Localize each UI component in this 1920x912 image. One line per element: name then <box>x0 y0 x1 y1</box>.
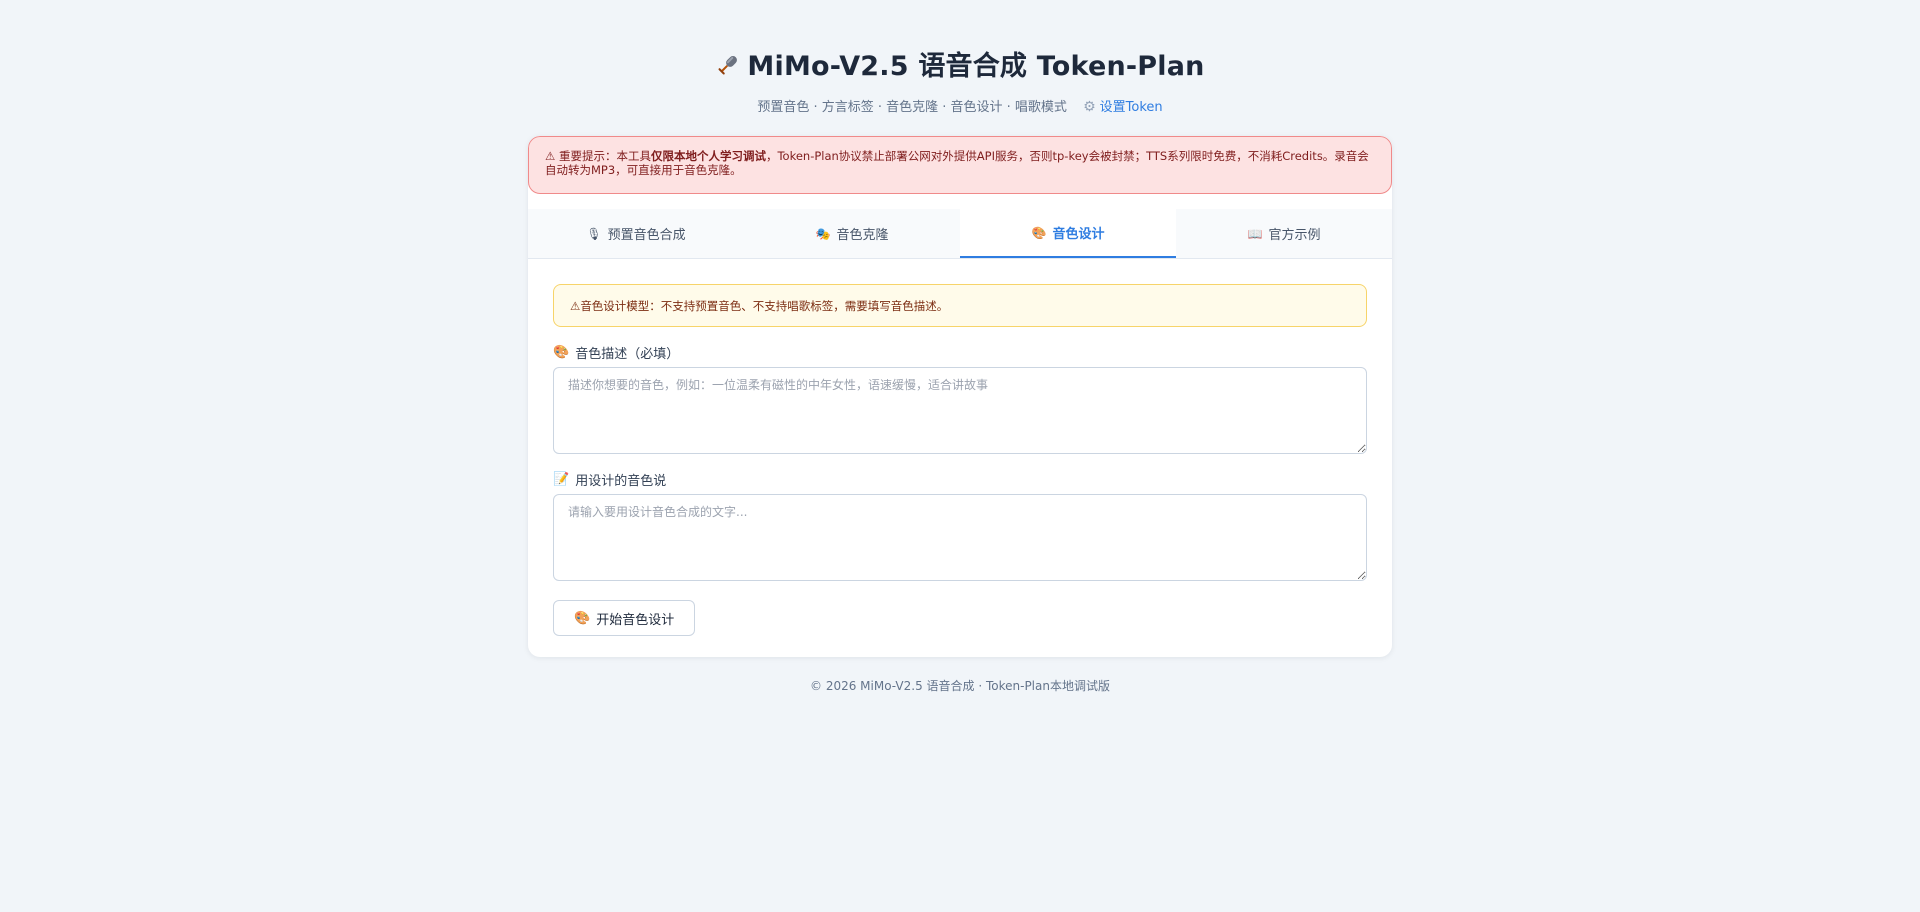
page-title-text: MiMo-V2.5 语音合成 Token-Plan <box>747 51 1205 82</box>
feature-list: 预置音色 · 方言标签 · 音色克隆 · 音色设计 · 唱歌模式 <box>757 100 1067 115</box>
voice-design-panel: ⚠ 音色设计模型：不支持预置音色、不支持唱歌标签，需要填写音色描述。 🎨 音色描… <box>553 284 1367 636</box>
alert-emphasis: 仅限本地个人学习调试 <box>650 149 766 163</box>
model-notice: ⚠ 音色设计模型：不支持预置音色、不支持唱歌标签，需要填写音色描述。 <box>553 284 1367 327</box>
notice-text: 音色设计模型：不支持预置音色、不支持唱歌标签，需要填写音色描述。 <box>580 298 949 313</box>
tab-preset-voice[interactable]: 🎙 预置音色合成 <box>528 209 744 258</box>
page-header: MiMo-V2.5 语音合成 Token-Plan 预置音色 · 方言标签 · … <box>0 46 1920 118</box>
voice-description-label: 🎨 音色描述（必填） <box>553 343 1367 362</box>
voice-description-label-text: 音色描述（必填） <box>575 346 680 362</box>
tab-voice-design[interactable]: 🎨 音色设计 <box>960 209 1176 258</box>
main-card: ⚠ 重要提示：本工具仅限本地个人学习调试，Token-Plan协议禁止部署公网对… <box>528 136 1392 657</box>
tab-label: 预置音色合成 <box>607 228 686 243</box>
memo-icon: 📝 <box>553 471 570 487</box>
settings-token-link[interactable]: 设置Token <box>1100 100 1163 115</box>
tab-official-examples[interactable]: 📖 官方示例 <box>1176 209 1392 258</box>
palette-icon: 🎨 <box>574 610 591 626</box>
warning-icon: ⚠ <box>570 298 581 313</box>
tab-label: 音色设计 <box>1052 227 1105 242</box>
important-alert: ⚠ 重要提示：本工具仅限本地个人学习调试，Token-Plan协议禁止部署公网对… <box>528 136 1392 194</box>
tab-label: 官方示例 <box>1268 228 1321 243</box>
tab-label: 音色克隆 <box>836 228 889 243</box>
palette-icon: 🎨 <box>1031 225 1047 240</box>
masks-icon: 🎭 <box>815 226 831 241</box>
footer: © 2026 MiMo-V2.5 语音合成 · Token-Plan本地调试版 <box>810 679 1110 693</box>
speech-text-input[interactable] <box>553 494 1367 581</box>
palette-icon: 🎨 <box>553 344 570 360</box>
gear-icon[interactable]: ⚙ <box>1083 97 1096 117</box>
speech-text-label: 📝 用设计的音色说 <box>553 470 1367 489</box>
start-voice-design-button[interactable]: 🎨 开始音色设计 <box>553 600 696 636</box>
voice-description-input[interactable] <box>553 367 1367 454</box>
page-title: MiMo-V2.5 语音合成 Token-Plan <box>0 46 1920 91</box>
page-subtitle: 预置音色 · 方言标签 · 音色克隆 · 音色设计 · 唱歌模式 ⚙ 设置Toke… <box>0 97 1920 118</box>
warning-icon: ⚠ <box>545 149 556 163</box>
microphone-icon: 🎙 <box>586 226 602 241</box>
microphone-icon <box>715 49 741 91</box>
speech-text-label-text: 用设计的音色说 <box>575 473 667 489</box>
tab-bar: 🎙 预置音色合成 🎭 音色克隆 🎨 音色设计 📖 官方示例 <box>528 209 1392 259</box>
tab-voice-clone[interactable]: 🎭 音色克隆 <box>744 209 960 258</box>
book-icon: 📖 <box>1247 226 1263 241</box>
start-button-label: 开始音色设计 <box>596 612 675 628</box>
alert-prefix: 重要提示：本工具 <box>558 149 651 163</box>
